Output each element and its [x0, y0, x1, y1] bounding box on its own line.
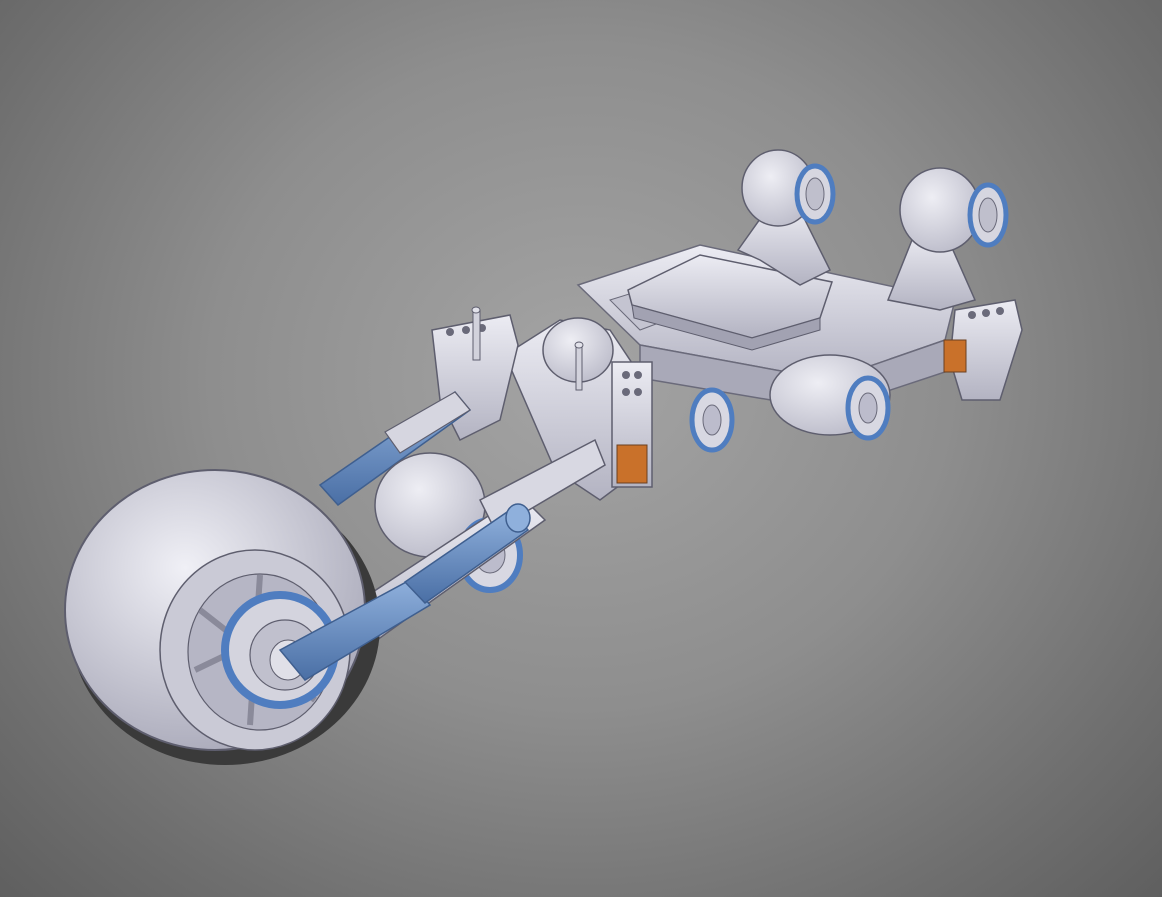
- speeder-bike-render: [64, 149, 1023, 765]
- mid-roller: [689, 387, 735, 453]
- rear-lower-roller: [769, 354, 891, 441]
- rear-arm-right: [886, 167, 1009, 311]
- front-wheel: [64, 469, 380, 765]
- rear-side-pod: [943, 299, 1023, 401]
- 3d-viewport[interactable]: [0, 0, 1162, 897]
